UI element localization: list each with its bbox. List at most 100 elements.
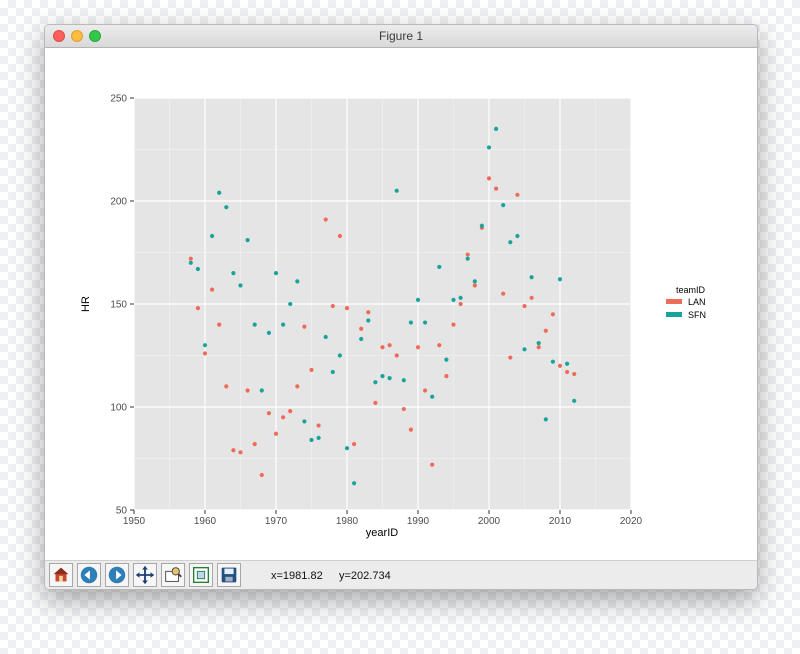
legend-key-sfn <box>666 312 682 317</box>
legend-key-lan <box>666 299 682 304</box>
data-point-sfn <box>281 322 286 327</box>
data-point-sfn <box>359 336 364 342</box>
data-point-lan <box>508 355 513 360</box>
data-point-sfn <box>486 145 492 150</box>
data-point-lan <box>557 363 563 368</box>
data-point-lan <box>202 351 208 356</box>
data-point-sfn <box>337 353 342 358</box>
configure-subplots-icon <box>192 566 210 584</box>
data-point-sfn <box>472 279 477 284</box>
data-point-lan <box>543 328 548 333</box>
data-point-sfn <box>451 297 456 302</box>
data-point-lan <box>259 472 264 478</box>
forward-button[interactable] <box>105 563 129 587</box>
data-point-sfn <box>465 256 470 261</box>
data-point-sfn <box>380 374 385 379</box>
data-point-lan <box>458 301 463 307</box>
pan-button[interactable] <box>133 563 157 587</box>
x-axis-label: yearID <box>366 527 398 539</box>
data-point-sfn <box>550 359 555 364</box>
data-point-lan <box>380 345 385 350</box>
data-point-lan <box>210 287 215 292</box>
data-point-sfn <box>323 334 328 340</box>
data-point-lan <box>444 374 449 379</box>
legend-label-sfn: SFN <box>688 310 706 320</box>
data-point-sfn <box>288 301 293 307</box>
home-button[interactable] <box>49 563 73 587</box>
x-tick-label: 2010 <box>549 516 572 527</box>
legend: teamID LAN SFN <box>666 285 706 320</box>
legend-title: teamID <box>676 285 706 295</box>
data-point-lan <box>195 306 200 311</box>
plot-canvas[interactable]: 1950 1960 1970 1980 1990 2000 2010 2020 50 100 150… <box>45 48 757 560</box>
data-point-lan <box>330 303 335 309</box>
data-point-sfn <box>373 380 378 385</box>
data-point-sfn <box>238 283 243 288</box>
data-point-lan <box>359 326 364 331</box>
data-point-sfn <box>266 330 271 335</box>
data-point-sfn <box>344 446 350 451</box>
data-point-lan <box>565 369 570 375</box>
data-point-sfn <box>366 318 371 323</box>
configure-subplots-button[interactable] <box>189 563 213 587</box>
data-point-sfn <box>458 295 463 300</box>
data-point-lan <box>408 427 413 432</box>
data-point-lan <box>486 176 492 181</box>
data-point-lan <box>515 192 520 197</box>
data-point-lan <box>373 400 378 405</box>
data-point-sfn <box>394 188 399 193</box>
data-point-sfn <box>401 378 406 383</box>
y-coordinate-readout: y=202.734 <box>339 570 391 582</box>
pan-icon <box>135 565 155 585</box>
data-point-lan <box>337 233 342 239</box>
save-icon <box>221 567 237 583</box>
data-point-sfn <box>408 320 413 325</box>
data-point-sfn <box>565 361 570 366</box>
data-point-lan <box>366 310 371 315</box>
data-point-lan <box>323 217 328 222</box>
y-tick-label: 200 <box>110 197 127 208</box>
data-point-lan <box>217 322 222 327</box>
data-point-lan <box>472 283 477 288</box>
data-point-lan <box>309 367 314 373</box>
data-point-sfn <box>415 297 421 302</box>
data-point-lan <box>572 371 577 377</box>
data-point-lan <box>529 295 534 300</box>
data-point-lan <box>387 343 392 348</box>
data-point-sfn <box>330 369 335 375</box>
data-point-lan <box>344 306 350 311</box>
x-tick-label: 1960 <box>194 516 217 527</box>
data-point-sfn <box>522 347 527 352</box>
data-point-lan <box>437 343 442 348</box>
back-button[interactable] <box>77 563 101 587</box>
data-point-sfn <box>479 223 484 228</box>
figure-window: Figure 1 1950 1960 1970 1980 1990 2000 2010 202… <box>44 24 758 590</box>
x-tick-label: 2000 <box>478 516 501 527</box>
data-point-sfn <box>501 203 506 208</box>
data-point-sfn <box>231 271 236 276</box>
data-point-sfn <box>252 322 257 327</box>
data-point-sfn <box>508 240 513 245</box>
data-point-sfn <box>210 233 215 239</box>
back-icon <box>80 566 98 584</box>
data-point-lan <box>295 384 300 389</box>
legend-label-lan: LAN <box>688 297 706 307</box>
zoom-button[interactable] <box>161 563 185 587</box>
data-point-sfn <box>444 357 449 362</box>
data-point-sfn <box>245 238 250 243</box>
data-point-sfn <box>273 271 279 276</box>
data-point-sfn <box>536 341 541 346</box>
y-tick-label: 100 <box>110 403 127 414</box>
data-point-lan <box>494 186 499 191</box>
data-point-lan <box>423 388 428 393</box>
data-point-sfn <box>352 481 357 486</box>
forward-icon <box>108 566 126 584</box>
data-point-sfn <box>543 417 548 422</box>
save-button[interactable] <box>217 563 241 587</box>
data-point-sfn <box>316 435 321 440</box>
x-tick-label: 1950 <box>123 516 146 527</box>
data-point-lan <box>188 256 193 261</box>
title-bar[interactable]: Figure 1 <box>45 25 757 48</box>
data-point-lan <box>288 409 293 414</box>
x-tick-label: 2020 <box>620 516 643 527</box>
